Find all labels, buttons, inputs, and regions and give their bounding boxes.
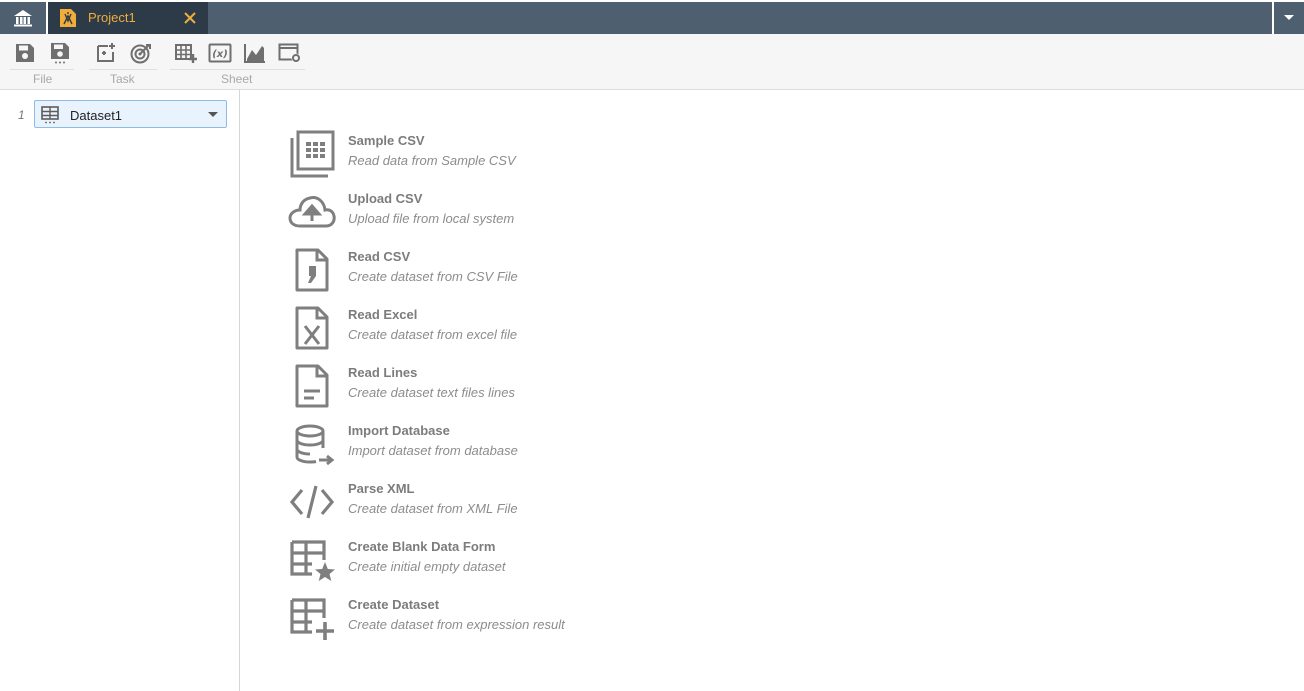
- add-table-icon[interactable]: [174, 42, 198, 64]
- save-as-icon[interactable]: [48, 42, 72, 64]
- chart-icon[interactable]: [243, 42, 267, 64]
- dataset-select[interactable]: Dataset1: [34, 100, 227, 128]
- option-read-csv[interactable]: Read CSV Create dataset from CSV File: [288, 246, 688, 296]
- option-create-blank-data-form[interactable]: Create Blank Data Form Create initial em…: [288, 536, 688, 586]
- toolbar: File Task (x) Sheet: [0, 34, 1304, 90]
- option-title: Create Dataset: [348, 597, 440, 612]
- menu-dropdown-button[interactable]: [1272, 2, 1304, 34]
- option-desc: Upload file from local system: [348, 211, 515, 226]
- csv-file-icon: [295, 248, 329, 292]
- excel-file-icon: [295, 306, 329, 350]
- sheet-group-line: [170, 69, 305, 70]
- option-read-excel[interactable]: Read Excel Create dataset from excel fil…: [288, 304, 688, 354]
- table-plus-icon: [290, 598, 334, 640]
- row-number: 1: [18, 108, 25, 122]
- option-title: Read CSV: [348, 249, 411, 264]
- option-upload-csv[interactable]: Upload CSV Upload file from local system: [288, 188, 688, 238]
- sheet-group-label: Sheet: [221, 72, 253, 86]
- option-desc: Create dataset from XML File: [348, 501, 518, 516]
- option-title: Read Excel: [348, 307, 418, 322]
- text-file-icon: [295, 364, 329, 408]
- table-star-icon: [290, 540, 335, 581]
- option-desc: Create dataset from expression result: [348, 617, 565, 632]
- table-icon: [41, 106, 59, 124]
- option-import-database[interactable]: Import Database Import dataset from data…: [288, 420, 688, 470]
- code-icon: [289, 485, 335, 519]
- file-group-label: File: [33, 72, 53, 86]
- save-icon[interactable]: [13, 42, 37, 64]
- option-desc: Create initial empty dataset: [348, 559, 506, 574]
- sample-csv-icon: [290, 130, 335, 178]
- option-desc: Create dataset text files lines: [348, 385, 515, 400]
- option-title: Upload CSV: [348, 191, 423, 206]
- option-desc: Read data from Sample CSV: [348, 153, 516, 168]
- dataset-panel: 1 Dataset1: [0, 90, 240, 691]
- option-desc: Create dataset from CSV File: [348, 269, 518, 284]
- option-desc: Import dataset from database: [348, 443, 518, 458]
- option-create-dataset[interactable]: Create Dataset Create dataset from expre…: [288, 594, 688, 644]
- new-task-icon[interactable]: [94, 42, 118, 64]
- option-read-lines[interactable]: Read Lines Create dataset text files lin…: [288, 362, 688, 412]
- project-icon: [60, 9, 76, 27]
- option-title: Import Database: [348, 423, 450, 438]
- chevron-down-icon: [208, 112, 218, 117]
- dataset-label: Dataset1: [70, 108, 123, 123]
- variable-icon[interactable]: (x): [208, 42, 232, 64]
- option-parse-xml[interactable]: Parse XML Create dataset from XML File: [288, 478, 688, 528]
- home-button[interactable]: [0, 2, 46, 34]
- option-title: Read Lines: [348, 365, 418, 380]
- option-desc: Create dataset from excel file: [348, 327, 518, 342]
- cloud-upload-icon: [288, 196, 336, 228]
- tab-bar: Project1: [0, 2, 1304, 34]
- option-title: Create Blank Data Form: [348, 539, 496, 554]
- chevron-down-icon: [1284, 15, 1294, 20]
- svg-text:(x): (x): [212, 49, 228, 60]
- home-icon: [14, 10, 32, 27]
- option-title: Sample CSV: [348, 133, 425, 148]
- target-icon[interactable]: [129, 42, 153, 64]
- tab-project1[interactable]: Project1: [48, 2, 208, 34]
- task-group-label: Task: [110, 72, 135, 86]
- close-icon[interactable]: [182, 10, 198, 26]
- option-title: Parse XML: [348, 481, 415, 496]
- database-import-icon: [295, 424, 335, 466]
- tab-label: Project1: [88, 10, 136, 25]
- option-sample-csv[interactable]: Sample CSV Read data from Sample CSV: [288, 130, 688, 180]
- sheet-settings-icon[interactable]: [278, 42, 302, 64]
- task-group-line: [89, 69, 157, 70]
- file-group-line: [10, 69, 74, 70]
